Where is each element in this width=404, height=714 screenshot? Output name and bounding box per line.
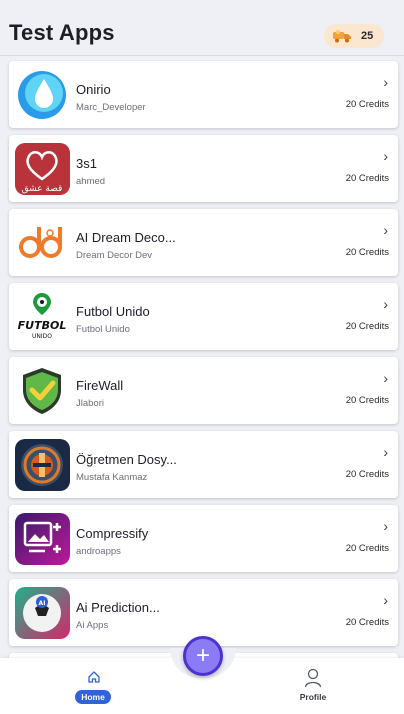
app-name: AI Dream Deco... <box>76 230 176 245</box>
app-price: 20 Credits <box>345 395 389 406</box>
app-name: Ai Prediction... <box>76 600 160 615</box>
chevron-right-icon: › <box>383 148 388 164</box>
icon-brand-text: FUTBOL <box>18 319 67 332</box>
chevron-right-icon: › <box>383 74 388 90</box>
credits-badge[interactable]: 25 <box>324 24 384 48</box>
teacher-emblem-icon <box>15 439 70 491</box>
app-developer: Jlabori <box>76 398 104 409</box>
add-app-button[interactable]: + <box>183 636 223 676</box>
list-item[interactable]: Öğretmen Dosy... Mustafa Kanmaz › 20 Cre… <box>9 431 398 498</box>
nav-profile-label: Profile <box>299 692 327 702</box>
app-developer: Ai Apps <box>76 620 109 631</box>
icon-arabic-text: قصة عشق <box>22 184 63 194</box>
app-name: 3s1 <box>76 156 97 171</box>
app-list: Onirio Marc_Developer › 20 Credits قصة ع… <box>9 61 398 714</box>
chevron-right-icon: › <box>383 592 388 608</box>
app-developer: androapps <box>76 546 121 557</box>
compress-image-icon <box>15 513 70 565</box>
header: Test Apps 25 <box>0 0 404 56</box>
app-developer: Mustafa Kanmaz <box>76 472 148 483</box>
app-price: 20 Credits <box>345 247 389 258</box>
app-price: 20 Credits <box>345 543 389 554</box>
app-name: Compressify <box>76 526 149 541</box>
chevron-right-icon: › <box>383 444 388 460</box>
app-developer: Dream Decor Dev <box>76 250 153 261</box>
list-item[interactable]: FUTBOL UNIDO Futbol Unido Futbol Unido ›… <box>9 283 398 350</box>
app-name: Onirio <box>76 82 111 97</box>
shield-check-icon <box>15 365 70 417</box>
user-icon <box>304 668 322 693</box>
ai-soccer-ball-icon: AI <box>15 587 70 639</box>
icon-ai-text: AI <box>39 600 46 607</box>
chevron-right-icon: › <box>383 222 388 238</box>
nav-profile-tab[interactable]: Profile <box>294 668 334 708</box>
list-item[interactable]: Onirio Marc_Developer › 20 Credits <box>9 61 398 128</box>
app-developer: Futbol Unido <box>76 324 130 335</box>
heart-story-icon: قصة عشق <box>15 143 70 195</box>
list-item[interactable]: FireWall Jlabori › 20 Credits <box>9 357 398 424</box>
list-item[interactable]: Compressify androapps › 20 Credits <box>9 505 398 572</box>
app-developer: ahmed <box>76 176 106 187</box>
app-price: 20 Credits <box>345 99 389 110</box>
chevron-right-icon: › <box>383 370 388 386</box>
app-price: 20 Credits <box>345 617 389 628</box>
app-price: 20 Credits <box>345 469 389 480</box>
list-item[interactable]: AI Dream Deco... Dream Decor Dev › 20 Cr… <box>9 209 398 276</box>
app-name: FireWall <box>76 378 124 393</box>
home-icon <box>87 670 101 689</box>
truck-coins-icon <box>332 29 352 43</box>
app-price: 20 Credits <box>345 173 389 184</box>
app-developer: Marc_Developer <box>76 102 146 113</box>
chevron-right-icon: › <box>383 518 388 534</box>
water-drop-icon <box>15 69 70 121</box>
dream-decor-logo-icon <box>15 217 70 269</box>
app-name: Futbol Unido <box>76 304 150 319</box>
futbol-unido-logo-icon: FUTBOL UNIDO <box>15 291 70 343</box>
credits-count: 25 <box>361 30 374 42</box>
app-name: Öğretmen Dosy... <box>76 452 177 467</box>
icon-brand-subtext: UNIDO <box>32 333 52 340</box>
nav-home-tab[interactable]: Home <box>74 668 114 708</box>
nav-home-label: Home <box>75 690 111 704</box>
chevron-right-icon: › <box>383 296 388 312</box>
list-item[interactable]: قصة عشق 3s1 ahmed › 20 Credits <box>9 135 398 202</box>
app-price: 20 Credits <box>345 321 389 332</box>
page-title: Test Apps <box>9 20 115 45</box>
